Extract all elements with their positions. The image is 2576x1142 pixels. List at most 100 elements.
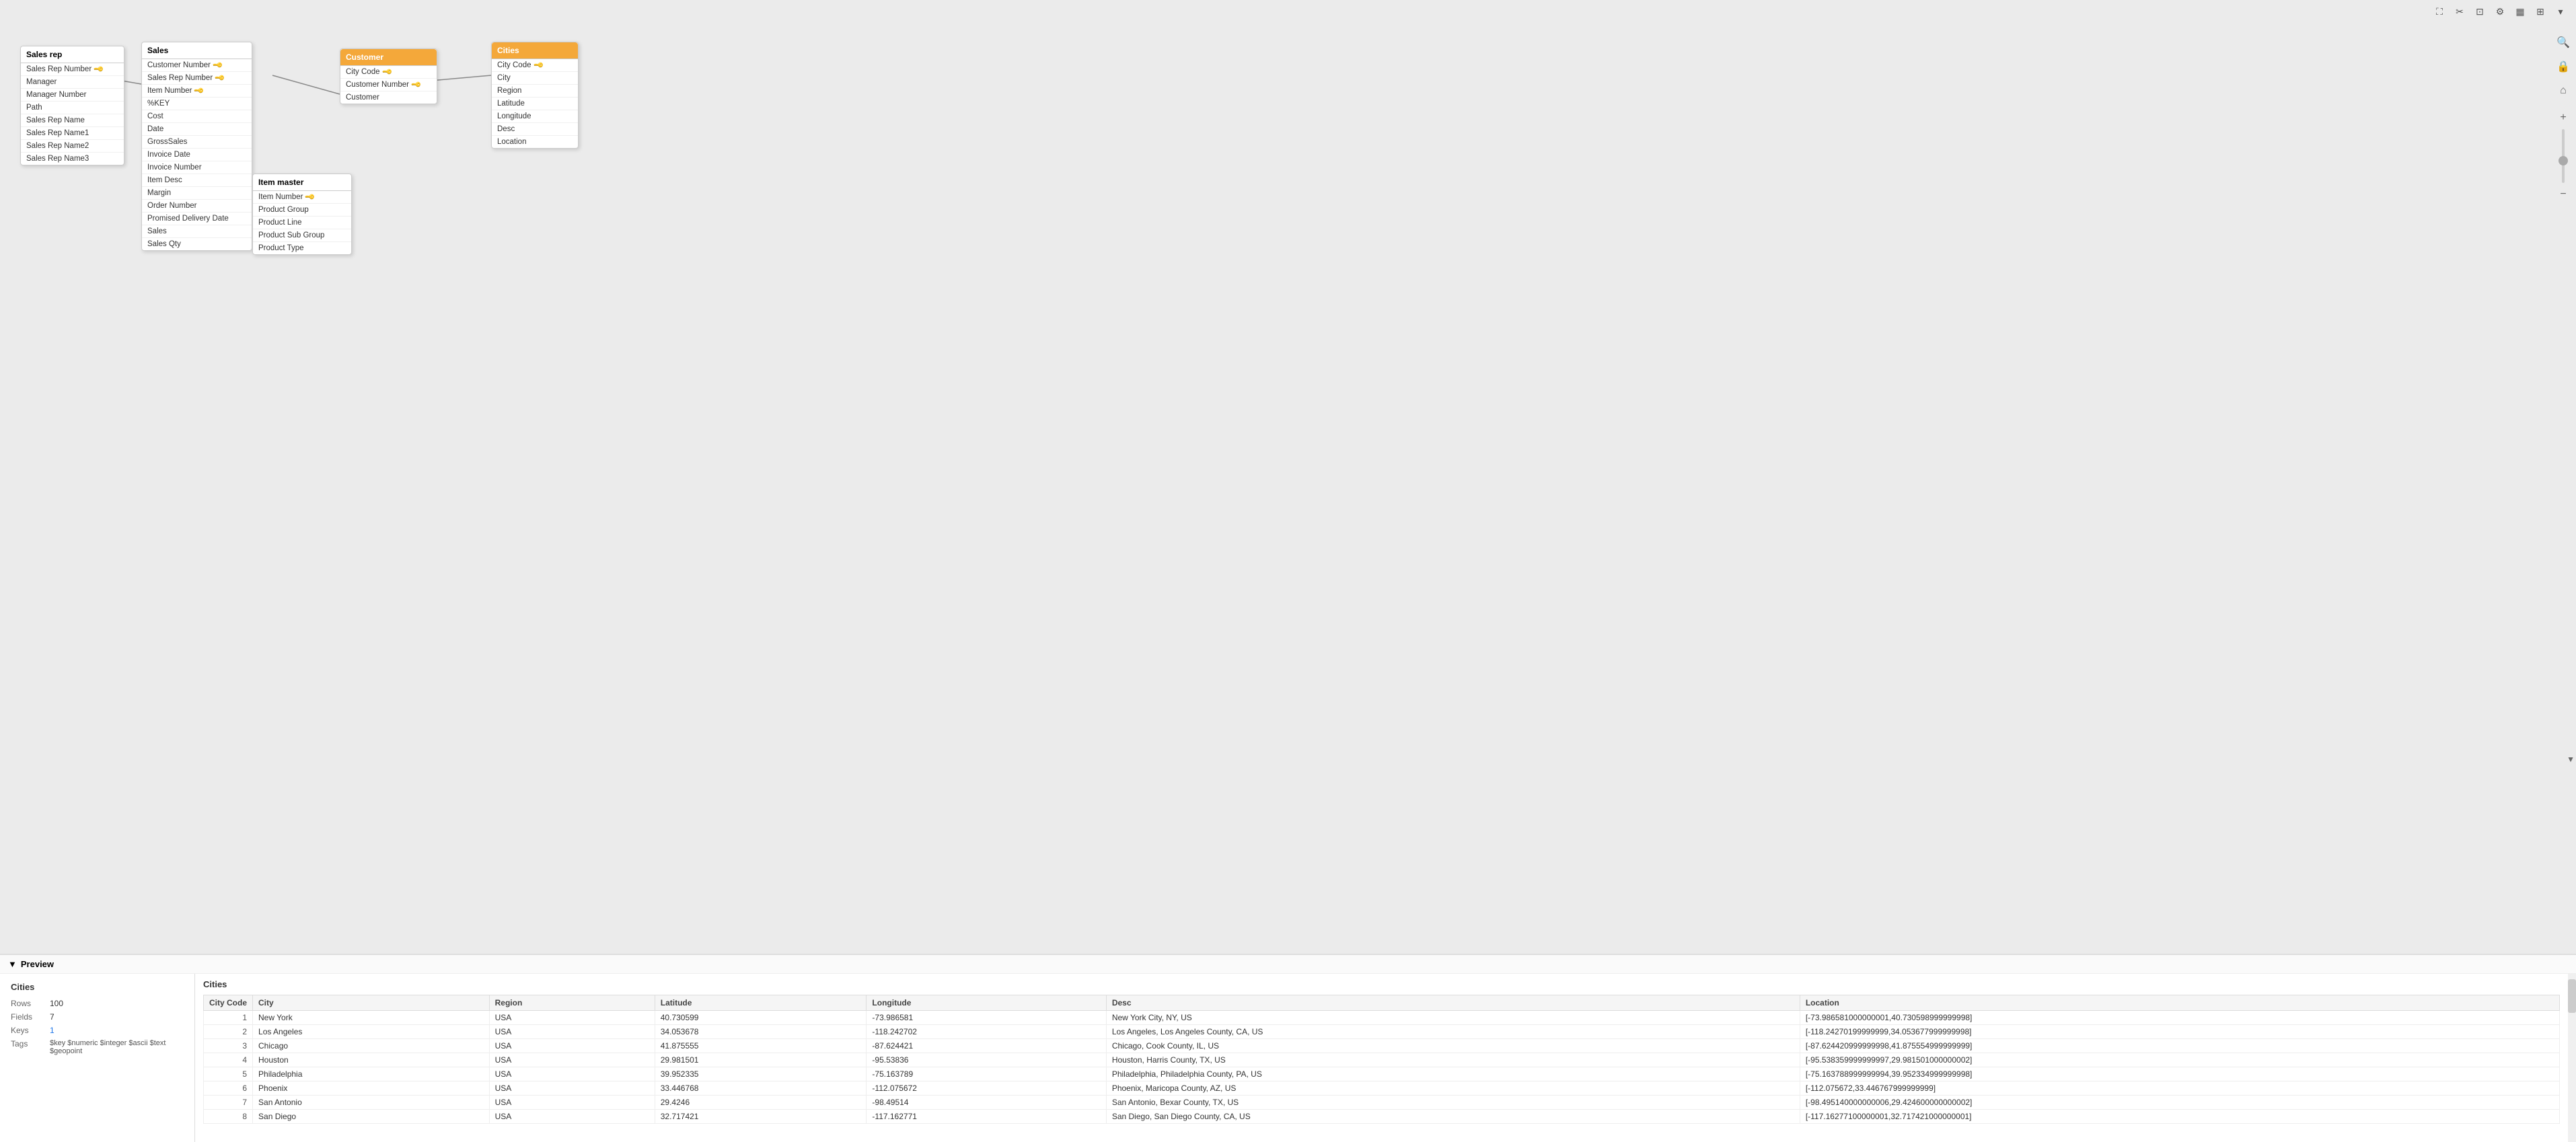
toolbar-icon-5[interactable]: ▦ xyxy=(2513,4,2528,19)
zoom-slider[interactable]: + − xyxy=(2554,109,2572,203)
table-itemmaster-header: Item master xyxy=(253,174,351,191)
field-sales-grosssales[interactable]: GrossSales xyxy=(142,136,252,149)
toolbar-icon-6[interactable]: ⊞ xyxy=(2533,4,2548,19)
table-itemmaster-body: Item Number 🔑 Product Group Product Line… xyxy=(253,191,351,254)
field-cities-location[interactable]: Location xyxy=(492,136,578,148)
cell-desc: Houston, Harris County, TX, US xyxy=(1106,1053,1800,1067)
info-row-fields: Fields 7 xyxy=(11,1012,184,1022)
table-row[interactable]: 8 San Diego USA 32.717421 -117.162771 Sa… xyxy=(204,1110,2560,1124)
table-row[interactable]: 4 Houston USA 29.981501 -95.53836 Housto… xyxy=(204,1053,2560,1067)
toolbar-icon-4[interactable]: ⚙ xyxy=(2493,4,2507,19)
table-sales[interactable]: Sales Customer Number 🔑 Sales Rep Number… xyxy=(141,42,252,251)
cell-city: New York xyxy=(253,1011,490,1025)
cell-citycode: 4 xyxy=(204,1053,253,1067)
data-table: City Code City Region Latitude Longitude… xyxy=(203,995,2560,1124)
zoom-track[interactable] xyxy=(2562,129,2565,183)
table-row[interactable]: 5 Philadelphia USA 39.952335 -75.163789 … xyxy=(204,1067,2560,1081)
field-sales-customernumber[interactable]: Customer Number 🔑 xyxy=(142,59,252,72)
field-sales-invoicenumber[interactable]: Invoice Number xyxy=(142,161,252,174)
home-icon[interactable]: ⌂ xyxy=(2554,82,2572,100)
field-salesrep-path[interactable]: Path xyxy=(21,102,124,114)
cell-region: USA xyxy=(489,1053,655,1067)
field-sales-pctkey[interactable]: %KEY xyxy=(142,98,252,110)
field-cities-city[interactable]: City xyxy=(492,72,578,85)
field-salesrep-salesrepnumber[interactable]: Sales Rep Number 🔑 xyxy=(21,63,124,76)
toolbar-icon-chevron[interactable]: ▾ xyxy=(2553,4,2568,19)
cell-citycode: 1 xyxy=(204,1011,253,1025)
zoom-out-icon[interactable]: − xyxy=(2554,186,2572,203)
field-itemmaster-productline[interactable]: Product Line xyxy=(253,217,351,229)
field-sales-itemdesc[interactable]: Item Desc xyxy=(142,174,252,187)
field-customer-customer[interactable]: Customer xyxy=(340,91,437,104)
field-cities-desc[interactable]: Desc xyxy=(492,123,578,136)
table-row[interactable]: 2 Los Angeles USA 34.053678 -118.242702 … xyxy=(204,1025,2560,1039)
field-itemmaster-productsubgroup[interactable]: Product Sub Group xyxy=(253,229,351,242)
col-header-citycode: City Code xyxy=(204,995,253,1011)
field-sales-sales[interactable]: Sales xyxy=(142,225,252,238)
cell-city: Phoenix xyxy=(253,1081,490,1096)
tags-label: Tags xyxy=(11,1039,44,1049)
field-cities-citycode[interactable]: City Code 🔑 xyxy=(492,59,578,72)
preview-section: ▼ Preview Cities Rows 100 Fields 7 Keys … xyxy=(0,954,2576,1142)
cell-city: Philadelphia xyxy=(253,1067,490,1081)
field-cities-region[interactable]: Region xyxy=(492,85,578,98)
field-customer-customernumber[interactable]: Customer Number 🔑 xyxy=(340,79,437,91)
preview-header[interactable]: ▼ Preview xyxy=(0,955,2576,974)
field-sales-salesqty[interactable]: Sales Qty xyxy=(142,238,252,250)
field-salesrep-salesrepname1[interactable]: Sales Rep Name1 xyxy=(21,127,124,140)
field-sales-date[interactable]: Date xyxy=(142,123,252,136)
cell-region: USA xyxy=(489,1081,655,1096)
preview-scrollbar-thumb[interactable] xyxy=(2568,979,2576,1013)
table-customer-header: Customer xyxy=(340,49,437,66)
preview-scrollbar[interactable] xyxy=(2568,974,2576,1142)
field-sales-salesrepnumber[interactable]: Sales Rep Number 🔑 xyxy=(142,72,252,85)
connections-svg xyxy=(0,0,2576,954)
field-salesrep-salesrepname2[interactable]: Sales Rep Name2 xyxy=(21,140,124,153)
field-itemmaster-productgroup[interactable]: Product Group xyxy=(253,204,351,217)
table-salesrep[interactable]: Sales rep Sales Rep Number 🔑 Manager Man… xyxy=(20,46,124,165)
toolbar-icon-2[interactable]: ✂ xyxy=(2452,4,2467,19)
info-panel-title: Cities xyxy=(11,982,184,992)
cell-desc: Chicago, Cook County, IL, US xyxy=(1106,1039,1800,1053)
table-row[interactable]: 7 San Antonio USA 29.4246 -98.49514 San … xyxy=(204,1096,2560,1110)
cell-location: [-75.163788999999994,39.952334999999998] xyxy=(1800,1067,2559,1081)
field-cities-latitude[interactable]: Latitude xyxy=(492,98,578,110)
table-itemmaster[interactable]: Item master Item Number 🔑 Product Group … xyxy=(252,174,352,255)
toolbar-icon-3[interactable]: ⊡ xyxy=(2472,4,2487,19)
field-itemmaster-producttype[interactable]: Product Type xyxy=(253,242,351,254)
canvas-area[interactable]: ⛶ ✂ ⊡ ⚙ ▦ ⊞ ▾ 🔍 🔒 ⌂ + − Sales rep xyxy=(0,0,2576,954)
field-sales-promiseddeliverydate[interactable]: Promised Delivery Date xyxy=(142,213,252,225)
cell-longitude: -75.163789 xyxy=(867,1067,1106,1081)
field-itemmaster-itemnumber[interactable]: Item Number 🔑 xyxy=(253,191,351,204)
data-table-container[interactable]: Cities City Code City Region Latitude Lo… xyxy=(195,974,2568,1142)
toolbar-icon-1[interactable]: ⛶ xyxy=(2432,4,2447,19)
field-sales-invoicedate[interactable]: Invoice Date xyxy=(142,149,252,161)
col-header-region: Region xyxy=(489,995,655,1011)
table-row[interactable]: 1 New York USA 40.730599 -73.986581 New … xyxy=(204,1011,2560,1025)
table-row[interactable]: 3 Chicago USA 41.875555 -87.624421 Chica… xyxy=(204,1039,2560,1053)
table-cities[interactable]: Cities City Code 🔑 City Region Latitude … xyxy=(491,42,579,149)
bottom-arrow[interactable]: ▼ xyxy=(2567,755,2575,764)
field-salesrep-salesrepname3[interactable]: Sales Rep Name3 xyxy=(21,153,124,165)
field-customer-citycode[interactable]: City Code 🔑 xyxy=(340,66,437,79)
field-sales-itemnumber[interactable]: Item Number 🔑 xyxy=(142,85,252,98)
zoom-in-icon[interactable]: + xyxy=(2554,109,2572,126)
lock-icon[interactable]: 🔒 xyxy=(2554,58,2572,75)
zoom-thumb[interactable] xyxy=(2559,156,2568,165)
cell-region: USA xyxy=(489,1039,655,1053)
cell-latitude: 29.981501 xyxy=(655,1053,867,1067)
field-salesrep-managernumber[interactable]: Manager Number xyxy=(21,89,124,102)
table-customer[interactable]: Customer City Code 🔑 Customer Number 🔑 C… xyxy=(340,48,437,104)
field-sales-ordernumber[interactable]: Order Number xyxy=(142,200,252,213)
keys-value[interactable]: 1 xyxy=(50,1026,54,1035)
cell-longitude: -95.53836 xyxy=(867,1053,1106,1067)
field-salesrep-salesrepname[interactable]: Sales Rep Name xyxy=(21,114,124,127)
fields-label: Fields xyxy=(11,1012,44,1022)
cell-latitude: 33.446768 xyxy=(655,1081,867,1096)
field-sales-cost[interactable]: Cost xyxy=(142,110,252,123)
field-salesrep-manager[interactable]: Manager xyxy=(21,76,124,89)
table-row[interactable]: 6 Phoenix USA 33.446768 -112.075672 Phoe… xyxy=(204,1081,2560,1096)
field-sales-margin[interactable]: Margin xyxy=(142,187,252,200)
field-cities-longitude[interactable]: Longitude xyxy=(492,110,578,123)
search-icon[interactable]: 🔍 xyxy=(2554,34,2572,51)
